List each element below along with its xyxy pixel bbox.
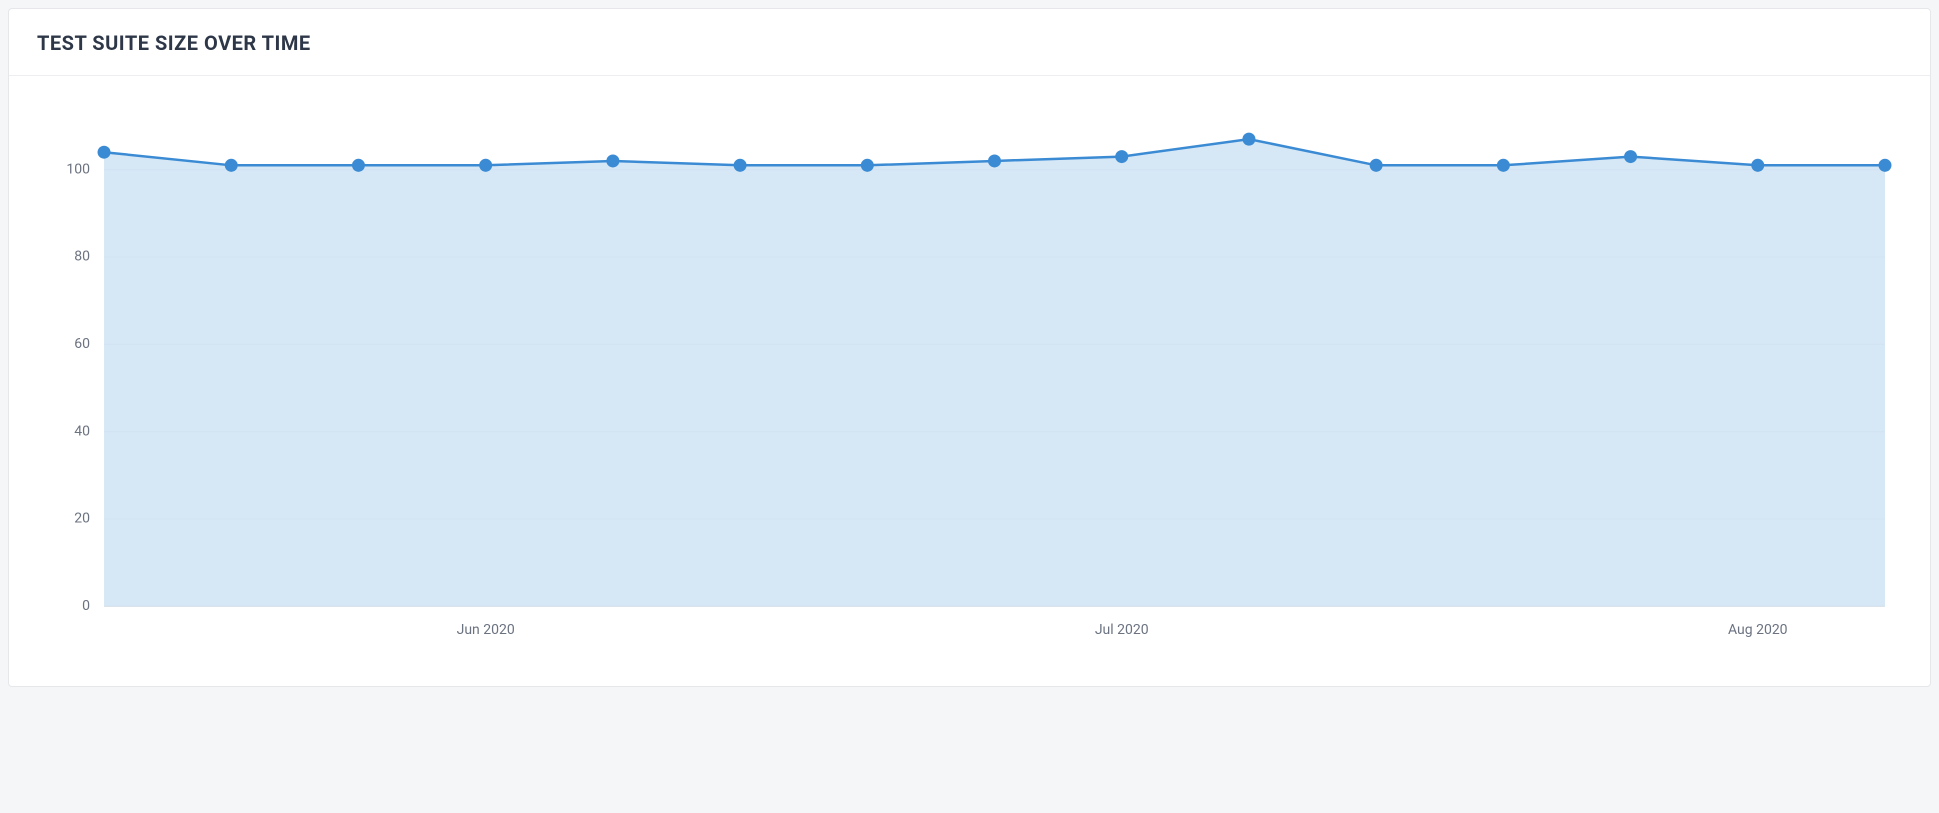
data-point[interactable] <box>1751 159 1764 172</box>
data-point[interactable] <box>861 159 874 172</box>
area-chart: 0 20 40 60 80 100 Jun 2020 Jul 2020 Aug 2020 <box>29 96 1910 656</box>
x-tick-label: Aug 2020 <box>1728 622 1788 638</box>
chart-card: TEST SUITE SIZE OVER TIME 0 20 40 60 80 100 Ju… <box>8 8 1931 687</box>
data-point[interactable] <box>734 159 747 172</box>
data-point[interactable] <box>479 159 492 172</box>
data-point[interactable] <box>225 159 238 172</box>
data-point[interactable] <box>1115 150 1128 163</box>
y-tick-label: 80 <box>74 249 90 265</box>
y-tick-label: 20 <box>74 511 90 527</box>
chart-container: 0 20 40 60 80 100 Jun 2020 Jul 2020 Aug 2020 <box>9 76 1930 686</box>
x-tick-label: Jun 2020 <box>457 622 515 638</box>
x-tick-label: Jul 2020 <box>1095 622 1149 638</box>
data-point[interactable] <box>352 159 365 172</box>
data-point[interactable] <box>98 146 111 159</box>
y-tick-label: 100 <box>66 161 90 177</box>
data-point[interactable] <box>1878 159 1891 172</box>
data-point[interactable] <box>1370 159 1383 172</box>
area-fill <box>104 139 1885 606</box>
data-point[interactable] <box>606 154 619 167</box>
y-tick-label: 0 <box>82 598 90 614</box>
data-point[interactable] <box>1624 150 1637 163</box>
data-point[interactable] <box>1242 133 1255 146</box>
data-point[interactable] <box>1497 159 1510 172</box>
y-tick-label: 60 <box>74 336 90 352</box>
card-header: TEST SUITE SIZE OVER TIME <box>9 9 1930 76</box>
data-point[interactable] <box>988 154 1001 167</box>
y-tick-label: 40 <box>74 423 90 439</box>
chart-title: TEST SUITE SIZE OVER TIME <box>37 31 1902 55</box>
